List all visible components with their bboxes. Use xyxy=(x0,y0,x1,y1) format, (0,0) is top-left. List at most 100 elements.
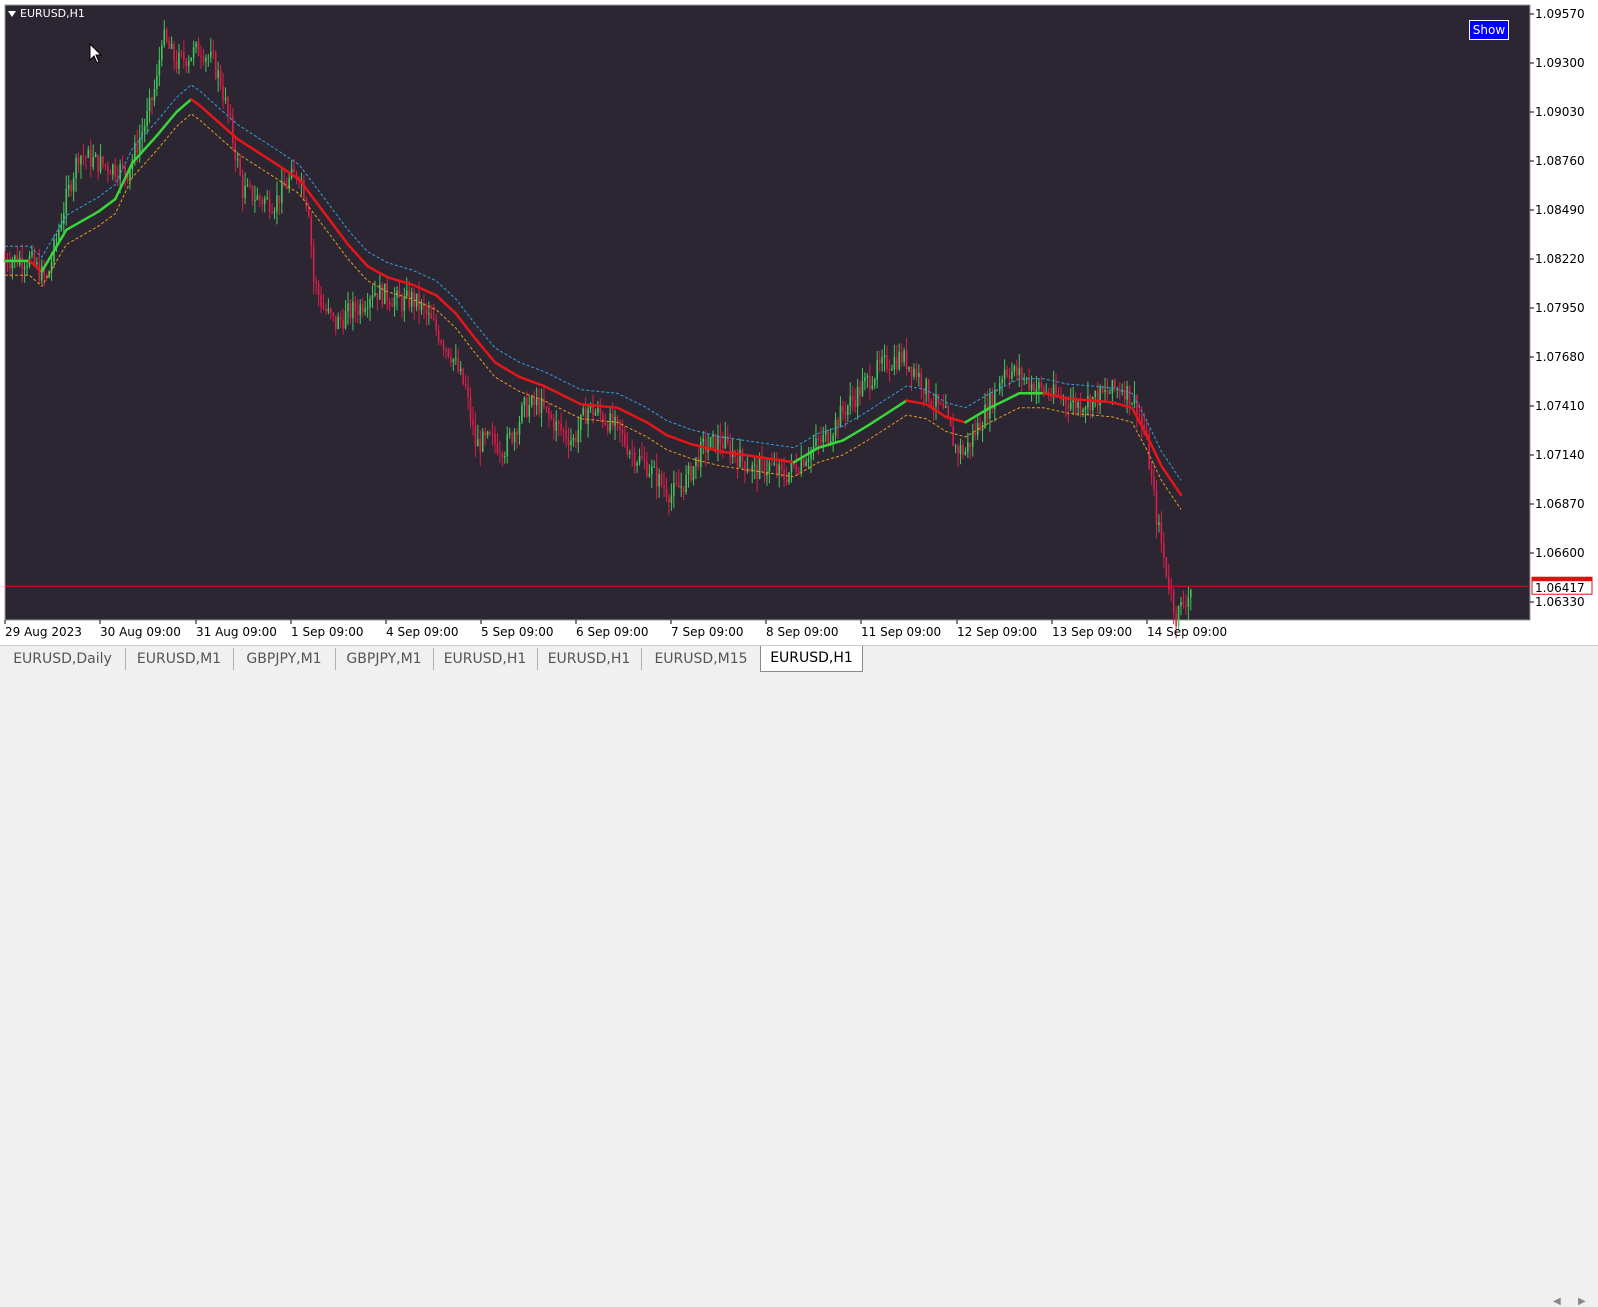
candle-body xyxy=(94,154,97,158)
candle-body xyxy=(261,199,264,204)
candle-body xyxy=(459,368,462,372)
candle-body xyxy=(1087,395,1089,408)
candle-body xyxy=(655,466,658,487)
candle-body xyxy=(768,463,771,472)
candle-body xyxy=(170,43,173,49)
candle-body xyxy=(638,456,641,463)
tab-eurusd-h1-active[interactable]: EURUSD,H1 xyxy=(760,646,863,672)
candle-body xyxy=(717,435,719,452)
candle-body xyxy=(577,430,580,443)
candle-body xyxy=(349,303,352,318)
candle-body xyxy=(903,350,905,363)
candle-body xyxy=(1160,522,1163,544)
scroll-right-arrow-icon[interactable]: ▶ xyxy=(1578,1296,1586,1307)
y-axis-label: 1.08220 xyxy=(1535,252,1585,266)
scroll-left-arrow-icon[interactable]: ◀ xyxy=(1553,1296,1561,1307)
candle-body xyxy=(704,438,707,453)
candle-body xyxy=(121,164,124,166)
candle-body xyxy=(528,404,531,417)
candle-body xyxy=(285,186,288,189)
candle-body xyxy=(464,383,467,387)
candle-body xyxy=(1165,556,1168,577)
chart-window[interactable]: 1.09570 1.09300 1.09030 1.08760 1.08490 1.082… xyxy=(0,0,1598,645)
candle-body xyxy=(467,386,469,397)
candle-body xyxy=(398,290,401,298)
candle-body xyxy=(709,437,712,448)
candle-body xyxy=(58,229,60,240)
candle-body xyxy=(511,432,513,443)
candle-body xyxy=(410,292,413,307)
candle-body xyxy=(658,473,660,487)
symbol-timeframe-text: EURUSD,H1 xyxy=(20,7,85,20)
candle-body xyxy=(854,399,856,407)
candle-body xyxy=(82,156,85,158)
candle-body xyxy=(562,430,565,432)
candle-body xyxy=(1018,368,1021,376)
candle-body xyxy=(109,171,112,175)
candle-body xyxy=(469,396,472,421)
candle-body xyxy=(266,197,268,199)
tab-eurusd-m1[interactable]: EURUSD,M1 xyxy=(125,648,234,670)
collapse-triangle-icon[interactable] xyxy=(8,10,16,17)
candle-body xyxy=(575,437,577,443)
candle-body xyxy=(1096,391,1099,406)
candle-body xyxy=(856,386,859,407)
candle-body xyxy=(957,445,959,454)
candle-body xyxy=(359,304,362,315)
candle-body xyxy=(1040,382,1043,387)
candle-body xyxy=(317,283,320,296)
candle-body xyxy=(582,408,584,415)
candle-body xyxy=(337,317,339,330)
candle-body xyxy=(940,403,942,405)
candle-body xyxy=(241,174,244,198)
show-button[interactable]: Show xyxy=(1469,20,1509,40)
candle-body xyxy=(1177,605,1180,627)
candle-body xyxy=(749,470,751,472)
candle-body xyxy=(651,466,653,475)
candle-body xyxy=(859,386,861,396)
tab-eurusd-h1-2[interactable]: EURUSD,H1 xyxy=(537,648,642,670)
candle-body xyxy=(263,198,266,204)
candle-body xyxy=(102,156,104,165)
y-axis-label: 1.06600 xyxy=(1535,546,1585,560)
candle-body xyxy=(682,486,685,493)
price-chart[interactable]: 1.09570 1.09300 1.09030 1.08760 1.08490 1.082… xyxy=(0,0,1598,645)
candle-body xyxy=(989,393,991,419)
x-axis-label: 13 Sep 09:00 xyxy=(1052,625,1132,639)
tab-eurusd-h1-1[interactable]: EURUSD,H1 xyxy=(433,648,538,670)
candle-body xyxy=(195,42,197,48)
candle-body xyxy=(484,431,486,436)
candle-body xyxy=(163,29,166,46)
candle-body xyxy=(1003,369,1006,380)
tab-eurusd-m15[interactable]: EURUSD,M15 xyxy=(641,648,762,670)
candle-body xyxy=(276,195,278,212)
tab-gbpjpy-m1-2[interactable]: GBPJPY,M1 xyxy=(335,648,434,670)
tab-gbpjpy-m1-1[interactable]: GBPJPY,M1 xyxy=(233,648,336,670)
candle-body xyxy=(80,156,82,165)
candle-body xyxy=(513,431,516,443)
candle-body xyxy=(565,430,567,439)
candle-body xyxy=(508,432,511,435)
chart-symbol-label[interactable]: EURUSD,H1 xyxy=(8,7,85,20)
candle-body xyxy=(428,313,430,315)
candle-body xyxy=(430,313,433,319)
candle-body xyxy=(609,413,611,432)
candle-body xyxy=(401,297,403,311)
candle-body xyxy=(891,369,893,371)
candle-body xyxy=(935,394,937,407)
y-axis-label: 1.08760 xyxy=(1535,154,1585,168)
candle-body xyxy=(800,459,803,473)
candle-body xyxy=(190,57,192,61)
candle-body xyxy=(445,348,447,350)
candle-body xyxy=(1043,386,1045,393)
candle-body xyxy=(183,52,185,61)
candle-body xyxy=(807,459,810,462)
candle-body xyxy=(376,293,379,300)
candle-body xyxy=(501,453,504,458)
candle-body xyxy=(352,301,354,318)
candle-body xyxy=(697,457,700,467)
tab-eurusd-daily[interactable]: EURUSD,Daily xyxy=(0,648,126,670)
candle-body xyxy=(555,421,558,431)
candle-body xyxy=(308,206,310,217)
candle-body xyxy=(548,407,550,415)
